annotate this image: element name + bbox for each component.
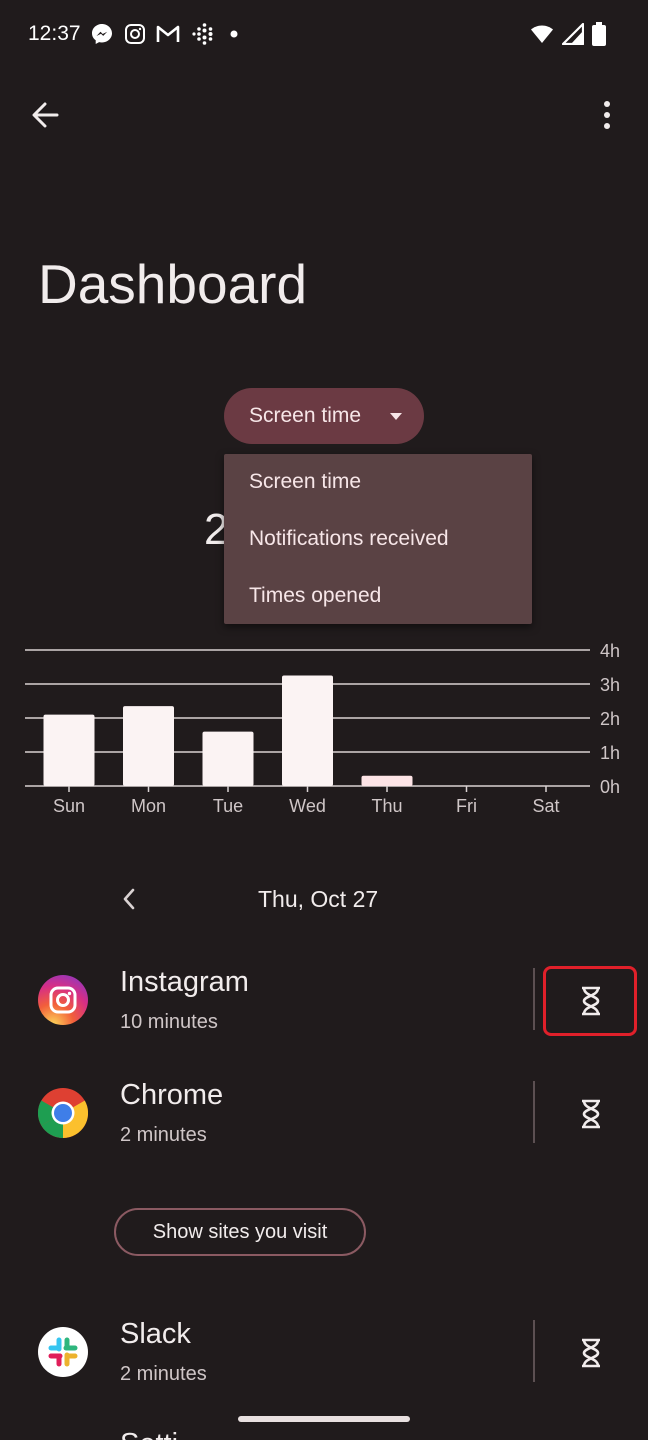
app-timer-button-slack[interactable] (543, 1318, 637, 1388)
status-time: 12:37 (28, 22, 81, 45)
metric-dropdown-label: Screen time (249, 404, 362, 427)
bar-mon[interactable] (123, 706, 174, 786)
app-usage: 2 minutes (120, 1363, 207, 1385)
row-divider (533, 1081, 535, 1143)
more-options-button[interactable] (594, 98, 620, 132)
y-tick-label: 0h (600, 777, 620, 797)
x-tick-label-fri[interactable]: Fri (456, 796, 477, 816)
page-title: Dashboard (38, 253, 308, 315)
app-usage: 10 minutes (120, 1011, 218, 1033)
messenger-icon (92, 24, 112, 44)
app-timer-button-chrome[interactable] (543, 1079, 637, 1149)
caret-down-icon (390, 413, 402, 420)
y-tick-label: 4h (600, 641, 620, 661)
instagram-icon (125, 24, 145, 44)
bar-sun[interactable] (43, 714, 95, 786)
bar-thu[interactable] (361, 775, 413, 786)
app-name: Instagram (120, 966, 249, 998)
row-divider (533, 968, 535, 1030)
menu-item-notifications-received[interactable]: Notifications received (249, 527, 449, 551)
signal-icon (562, 23, 584, 45)
chevron-left-icon (123, 888, 135, 910)
show-sites-button[interactable]: Show sites you visit (114, 1208, 366, 1256)
previous-day-button[interactable] (116, 884, 142, 914)
battery-icon (592, 22, 606, 46)
usage-bar-chart: 4h 3h 2h 1h 0h Sun Mon Tue Wed Thu Fri Sat (25, 641, 620, 816)
hourglass-icon (582, 986, 600, 1016)
metric-menu: Screen time Notifications received Times… (224, 454, 532, 624)
row-divider (533, 1320, 535, 1382)
selected-date: Thu, Oct 27 (258, 886, 379, 912)
gesture-nav-bar[interactable] (238, 1416, 410, 1422)
menu-item-times-opened[interactable]: Times opened (249, 584, 381, 608)
gmail-icon (156, 25, 180, 42)
x-tick-label-tue[interactable]: Tue (213, 796, 243, 816)
bar-wed[interactable] (282, 675, 333, 787)
app-usage: 2 minutes (120, 1124, 207, 1146)
x-tick-label-mon[interactable]: Mon (131, 796, 166, 816)
more-vert-icon (604, 101, 610, 129)
hourglass-icon (582, 1338, 600, 1368)
app-timer-button-instagram[interactable] (543, 966, 637, 1036)
y-tick-label: 3h (600, 675, 620, 695)
x-tick-label-thu[interactable]: Thu (371, 796, 402, 816)
fitbit-icon (192, 23, 213, 45)
hourglass-icon (582, 1099, 600, 1129)
x-tick-label-sun[interactable]: Sun (53, 796, 85, 816)
app-row-slack[interactable]: Slack 2 minutes (0, 1302, 648, 1402)
x-tick-label-sat[interactable]: Sat (532, 796, 559, 816)
app-row-instagram[interactable]: Instagram 10 minutes (0, 950, 648, 1050)
bar-tue[interactable] (202, 731, 254, 786)
app-name: Chrome (120, 1079, 224, 1111)
next-app-name-partial: Setti (120, 1428, 178, 1440)
dot-icon (230, 30, 238, 38)
app-row-chrome[interactable]: Chrome 2 minutes (0, 1063, 648, 1163)
system-icons (530, 22, 606, 46)
instagram-icon (38, 975, 88, 1025)
chrome-icon (38, 1088, 88, 1138)
y-tick-label: 1h (600, 743, 620, 763)
x-tick-label-wed[interactable]: Wed (289, 796, 326, 816)
metric-dropdown[interactable]: Screen time (224, 388, 424, 444)
arrow-back-icon (32, 102, 59, 128)
wifi-icon (531, 25, 553, 43)
back-button[interactable] (28, 98, 62, 132)
slack-icon (38, 1327, 88, 1377)
y-tick-label: 2h (600, 709, 620, 729)
menu-item-screen-time[interactable]: Screen time (249, 470, 361, 494)
notification-icons (90, 22, 244, 46)
app-name: Slack (120, 1318, 191, 1350)
